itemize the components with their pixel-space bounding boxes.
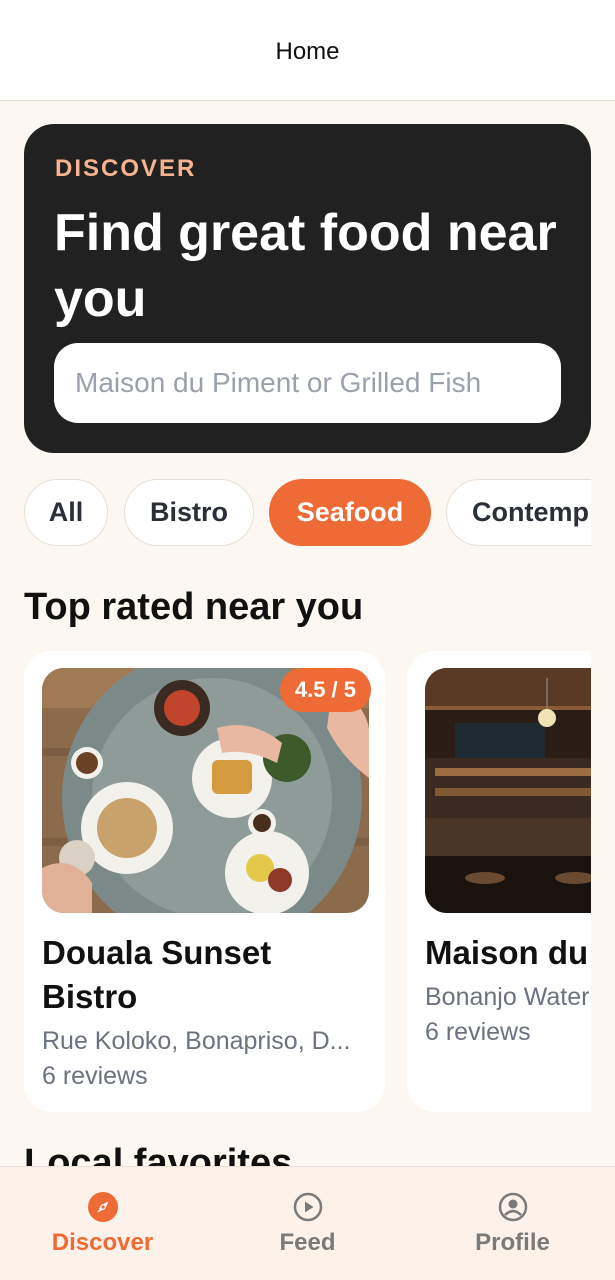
- restaurant-photo: [425, 668, 591, 913]
- top-app-bar: Home: [0, 0, 615, 101]
- restaurant-card[interactable]: Maison du Bonanjo Water 6 reviews: [407, 651, 591, 1112]
- hero-headline: Find great food near you: [54, 204, 557, 328]
- page-title: Home: [275, 38, 340, 65]
- bar-interior-image: [425, 668, 591, 913]
- chip-bistro[interactable]: Bistro: [124, 479, 254, 546]
- restaurant-address: Rue Koloko, Bonapriso, D...: [42, 1027, 351, 1055]
- restaurant-name: Maison du: [425, 934, 589, 971]
- restaurant-name: Douala Sunset Bistro: [42, 934, 272, 1015]
- bottom-tab-bar: Discover Feed Profile: [0, 1166, 615, 1280]
- tab-profile[interactable]: Profile: [410, 1167, 615, 1280]
- chip-contemporary[interactable]: Contemp: [446, 479, 591, 546]
- search-input[interactable]: Maison du Piment or Grilled Fish: [54, 343, 561, 423]
- tab-label: Profile: [475, 1229, 550, 1256]
- restaurant-address: Bonanjo Water: [425, 983, 590, 1011]
- top-rated-heading: Top rated near you: [24, 586, 364, 628]
- chip-all[interactable]: All: [24, 479, 108, 546]
- restaurant-card[interactable]: 4.5 / 5 Douala Sunset Bistro Rue Koloko,…: [24, 651, 385, 1112]
- user-circle-icon: [498, 1192, 527, 1222]
- top-rated-carousel[interactable]: 4.5 / 5 Douala Sunset Bistro Rue Koloko,…: [24, 651, 591, 1113]
- rating-badge: 4.5 / 5: [279, 668, 371, 712]
- compass-icon: [87, 1192, 118, 1222]
- tab-discover[interactable]: Discover: [0, 1167, 205, 1280]
- play-circle-icon: [293, 1192, 322, 1222]
- tab-feed[interactable]: Feed: [205, 1167, 410, 1280]
- restaurant-reviews: 6 reviews: [42, 1062, 148, 1090]
- restaurant-reviews: 6 reviews: [425, 1018, 531, 1046]
- tab-label: Discover: [51, 1229, 154, 1256]
- category-filter-bar: All Bistro Seafood Contemp: [24, 479, 591, 547]
- search-placeholder: Maison du Piment or Grilled Fish: [75, 367, 482, 398]
- chip-seafood[interactable]: Seafood: [269, 479, 431, 546]
- tab-label: Feed: [279, 1229, 336, 1256]
- hero-eyebrow: DISCOVER: [55, 155, 197, 182]
